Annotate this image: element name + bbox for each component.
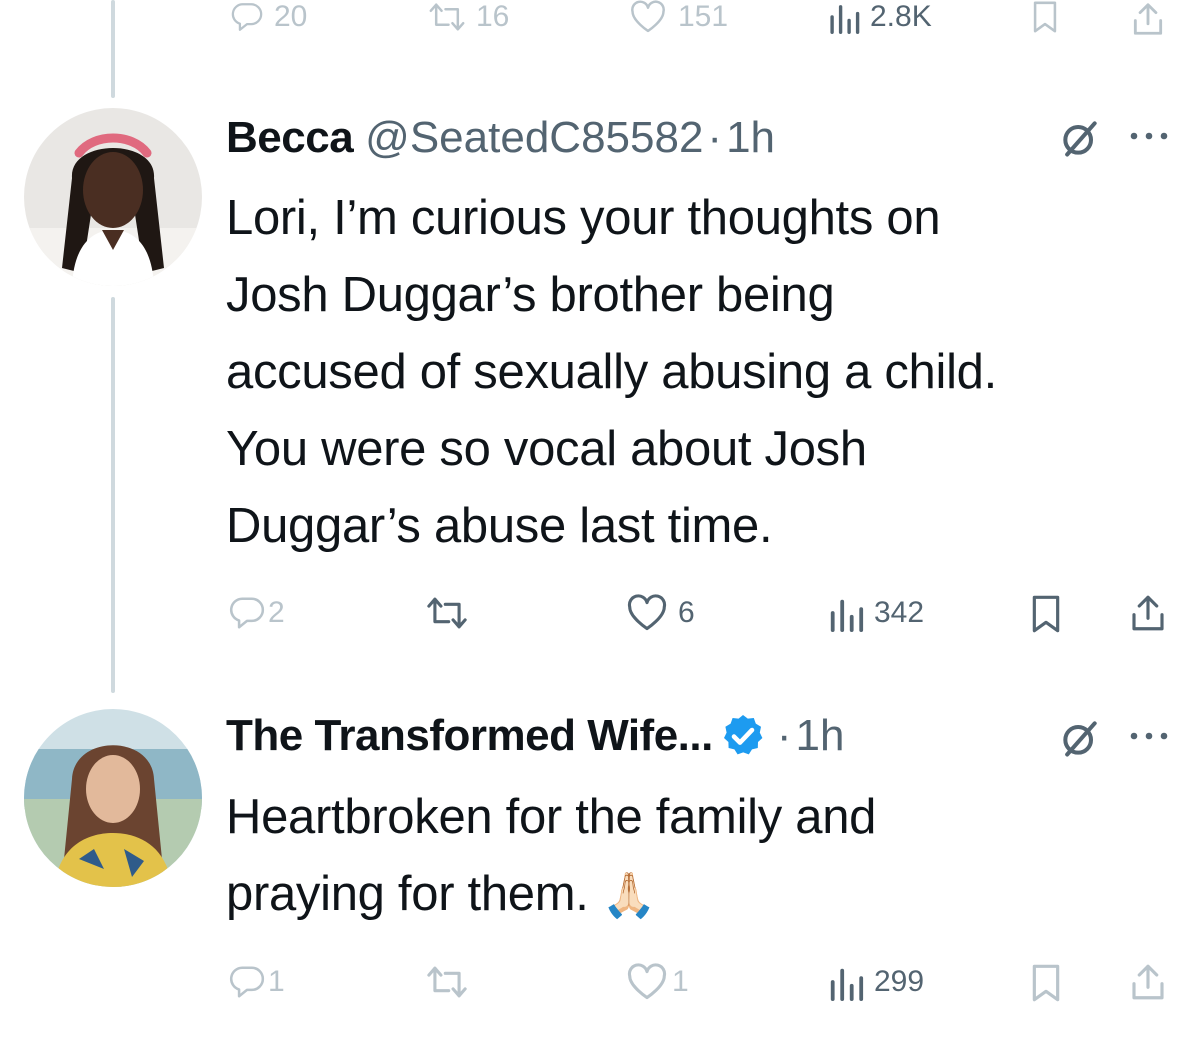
repost-button[interactable]	[424, 594, 470, 632]
share-button[interactable]	[1126, 592, 1170, 634]
share-icon	[1133, 3, 1163, 35]
like-count: 151	[678, 0, 729, 33]
avatar[interactable]	[24, 108, 202, 286]
grok-button[interactable]	[1058, 716, 1102, 765]
avatar[interactable]	[24, 709, 202, 887]
reply-button[interactable]: 1	[228, 963, 285, 1001]
reply-icon	[229, 597, 265, 629]
repost-count: 16	[476, 0, 510, 33]
praying-hands-emoji: 🙏🏻	[601, 871, 657, 920]
like-icon	[631, 0, 665, 33]
repost-icon	[429, 3, 465, 31]
bookmark-icon	[1032, 964, 1060, 1002]
separator-dot: ·	[776, 711, 792, 760]
tweet-text-line: praying for them. 🙏🏻	[226, 856, 876, 934]
reply-count: 20	[274, 0, 308, 33]
reply-icon	[229, 966, 265, 998]
separator-dot: ·	[707, 113, 723, 162]
tweet-text-line: You were so vocal about Josh	[226, 422, 867, 476]
like-icon	[627, 963, 667, 1000]
repost-icon	[427, 597, 467, 629]
like-count: 6	[678, 596, 695, 629]
like-button[interactable]: 6	[624, 594, 695, 632]
tweet-text-line: Lori, I’m curious your thoughts on	[226, 191, 941, 245]
views-button[interactable]: 299	[826, 963, 924, 1001]
verified-badge-icon	[723, 715, 763, 755]
display-name[interactable]: The Transformed Wife...	[226, 711, 713, 761]
tweet-text-line: Josh Duggar’s brother being	[226, 268, 835, 322]
like-icon	[627, 594, 667, 631]
reply-icon	[231, 3, 263, 31]
share-icon	[1132, 595, 1164, 631]
grok-button[interactable]	[1058, 116, 1102, 165]
reply-button[interactable]: 2	[228, 594, 285, 632]
like-count: 1	[672, 965, 689, 998]
tweet-text: Heartbroken for the family and praying f…	[226, 779, 876, 934]
like-button[interactable]: 151	[626, 0, 728, 34]
reply-count: 2	[268, 596, 285, 629]
grok-icon	[1063, 121, 1097, 157]
views-button[interactable]: 2.8K	[826, 0, 932, 34]
timestamp[interactable]: 1h	[726, 113, 775, 163]
avatar-photo	[24, 108, 202, 286]
like-button[interactable]: 1	[624, 963, 689, 1001]
grok-icon	[1063, 721, 1097, 757]
more-icon	[1130, 732, 1168, 740]
share-button[interactable]	[1128, 0, 1168, 38]
bookmark-button[interactable]	[1028, 594, 1064, 634]
views-count: 342	[874, 596, 925, 629]
repost-icon	[427, 966, 467, 998]
share-icon	[1132, 964, 1164, 1000]
bookmark-icon	[1032, 595, 1060, 633]
more-icon	[1130, 132, 1168, 140]
reply-button[interactable]: 20	[228, 0, 307, 34]
views-icon	[830, 599, 864, 632]
bookmark-icon	[1033, 1, 1057, 33]
user-handle[interactable]: @SeatedC85582	[365, 113, 703, 163]
avatar-photo	[24, 709, 202, 887]
thread-line	[111, 0, 115, 98]
tweet-header: Becca @SeatedC85582 · 1h	[226, 110, 775, 166]
bookmark-button[interactable]	[1028, 963, 1064, 1003]
tweet-text-line: Duggar’s abuse last time.	[226, 499, 773, 553]
tweet-header: The Transformed Wife... · 1h	[226, 708, 844, 764]
tweet-text-line: accused of sexually abusing a child.	[226, 345, 997, 399]
bookmark-button[interactable]	[1028, 0, 1062, 34]
thread-line	[111, 297, 115, 693]
views-icon	[830, 5, 860, 34]
views-count: 2.8K	[870, 0, 932, 33]
share-button[interactable]	[1126, 961, 1170, 1003]
tweet-text-fragment: praying for them.	[226, 867, 589, 921]
tweet-text-line: Heartbroken for the family and	[226, 790, 877, 844]
repost-button[interactable]: 16	[426, 0, 509, 34]
views-count: 299	[874, 965, 925, 998]
tweet-text: Lori, I’m curious your thoughts on Josh …	[226, 180, 997, 565]
display-name[interactable]: Becca	[226, 113, 354, 163]
timestamp[interactable]: 1h	[796, 711, 845, 761]
more-button[interactable]	[1128, 126, 1170, 151]
more-button[interactable]	[1128, 726, 1170, 751]
reply-count: 1	[268, 965, 285, 998]
repost-button[interactable]	[424, 963, 470, 1001]
views-button[interactable]: 342	[826, 594, 924, 632]
views-icon	[830, 968, 864, 1001]
